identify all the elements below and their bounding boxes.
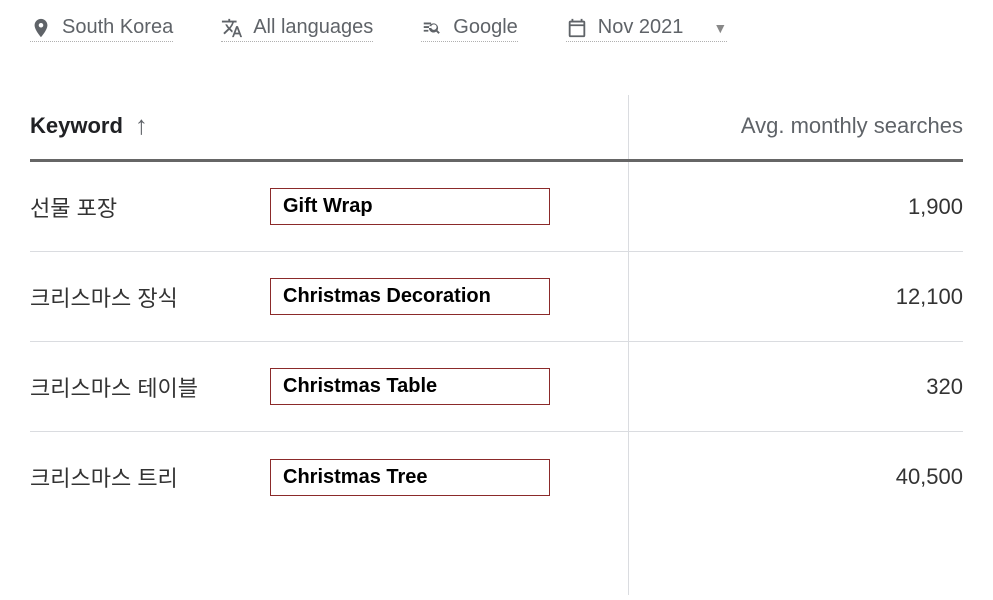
- dropdown-caret-icon: ▼: [713, 20, 727, 36]
- table-row: 크리스마스 트리 Christmas Tree 40,500: [30, 432, 963, 522]
- calendar-icon: [566, 17, 588, 39]
- location-filter[interactable]: South Korea: [30, 16, 173, 42]
- search-list-icon: [421, 17, 443, 39]
- keyword-cell: 선물 포장 Gift Wrap: [30, 188, 550, 225]
- keyword-text: 크리스마스 트리: [30, 461, 240, 493]
- language-label: All languages: [253, 16, 373, 39]
- keyword-text: 선물 포장: [30, 191, 240, 223]
- table-row: 선물 포장 Gift Wrap 1,900: [30, 162, 963, 252]
- searches-value: 40,500: [896, 464, 963, 490]
- date-label: Nov 2021: [598, 16, 684, 39]
- search-engine-filter[interactable]: Google: [421, 16, 518, 42]
- translation-box: Christmas Tree: [270, 459, 550, 496]
- searches-value: 320: [926, 374, 963, 400]
- keyword-column-header[interactable]: Keyword ↑: [30, 110, 148, 141]
- location-pin-icon: [30, 17, 52, 39]
- table-row: 크리스마스 장식 Christmas Decoration 12,100: [30, 252, 963, 342]
- translate-icon: [221, 17, 243, 39]
- location-label: South Korea: [62, 16, 173, 39]
- translation-box: Christmas Decoration: [270, 278, 550, 315]
- table-header-row: Keyword ↑ Avg. monthly searches: [30, 62, 963, 162]
- date-filter[interactable]: Nov 2021 ▼: [566, 16, 727, 42]
- keyword-header-label: Keyword: [30, 113, 123, 139]
- keyword-cell: 크리스마스 트리 Christmas Tree: [30, 459, 550, 496]
- keyword-cell: 크리스마스 장식 Christmas Decoration: [30, 278, 550, 315]
- table-row: 크리스마스 테이블 Christmas Table 320: [30, 342, 963, 432]
- translation-box: Gift Wrap: [270, 188, 550, 225]
- search-engine-label: Google: [453, 16, 518, 39]
- sort-arrow-up-icon: ↑: [135, 110, 148, 141]
- keyword-table: Keyword ↑ Avg. monthly searches 선물 포장 Gi…: [0, 62, 993, 522]
- searches-value: 1,900: [908, 194, 963, 220]
- column-divider: [628, 95, 629, 595]
- keyword-cell: 크리스마스 테이블 Christmas Table: [30, 368, 550, 405]
- keyword-text: 크리스마스 장식: [30, 281, 240, 313]
- searches-column-header[interactable]: Avg. monthly searches: [741, 113, 963, 139]
- keyword-text: 크리스마스 테이블: [30, 371, 240, 403]
- translation-box: Christmas Table: [270, 368, 550, 405]
- filter-toolbar: South Korea All languages Google Nov 202…: [0, 0, 993, 62]
- language-filter[interactable]: All languages: [221, 16, 373, 42]
- searches-value: 12,100: [896, 284, 963, 310]
